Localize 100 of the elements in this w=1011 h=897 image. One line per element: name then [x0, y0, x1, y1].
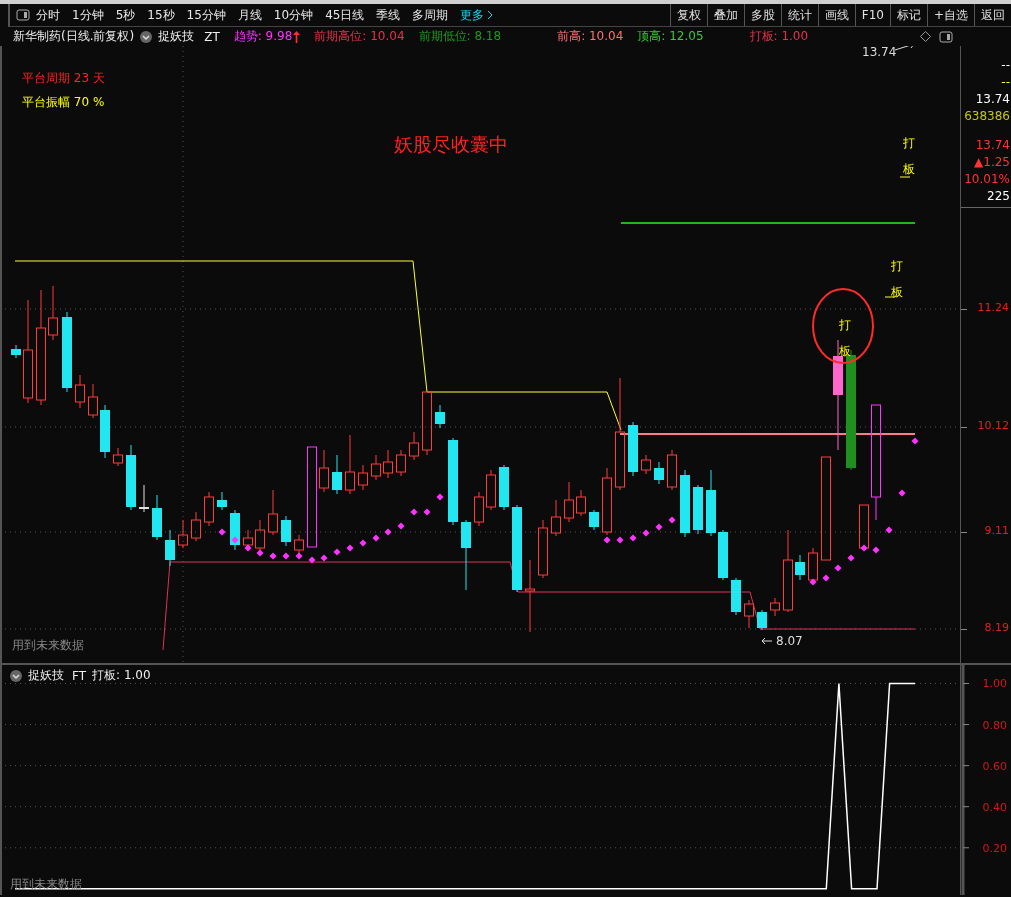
indicator-mode: FT: [72, 668, 87, 683]
candlestick: [152, 494, 162, 541]
toolbar-button[interactable]: 统计: [780, 4, 818, 26]
candlestick: [654, 461, 664, 485]
candlestick: [358, 464, 368, 491]
indicator-reading: 打板: 1.00: [749, 28, 809, 45]
indicator-reading: 前高: 10.04: [557, 28, 624, 45]
signal-label: 打板: [903, 135, 915, 178]
candlestick: [706, 469, 716, 537]
candlestick: [178, 519, 188, 549]
candlestick: [474, 491, 484, 527]
candlestick: [667, 449, 677, 491]
dropdown-icon[interactable]: [140, 30, 153, 43]
candlestick: [191, 511, 201, 542]
toolbar-button[interactable]: 多股: [743, 4, 781, 26]
candlestick: [564, 481, 574, 523]
toolbar-button[interactable]: 叠加: [706, 4, 744, 26]
signal-label: 打板: [839, 317, 851, 360]
candlestick: [680, 469, 690, 538]
period-tab[interactable]: 15秒: [141, 5, 181, 25]
quote-value: 10.01%: [964, 171, 1010, 188]
candlestick: [757, 609, 767, 631]
toolbar-button[interactable]: 复权: [669, 4, 707, 26]
candlestick: [859, 504, 869, 551]
candlestick: [461, 519, 471, 591]
period-tab[interactable]: 多周期: [406, 5, 455, 25]
candlestick: [75, 374, 85, 409]
candlestick: [165, 529, 175, 567]
stock-title: 新华制药(日线.前复权): [13, 28, 135, 45]
more-button[interactable]: 更多: [454, 5, 500, 25]
candlestick: [332, 454, 342, 495]
quote-value: 225: [987, 188, 1010, 205]
candlestick: [808, 547, 818, 583]
axis-tick-label: 1.00: [982, 677, 1007, 691]
period-tab[interactable]: 5秒: [109, 5, 142, 25]
candlestick: [126, 444, 136, 511]
quote-value: 13.74: [975, 137, 1010, 154]
period-tab[interactable]: 10分钟: [267, 5, 320, 25]
price-tick-label: 11.24: [977, 301, 1009, 314]
low-price-label: 8.07: [776, 634, 803, 648]
axis-tick-label: 0.60: [982, 759, 1007, 773]
toolbar-button[interactable]: 画线: [817, 4, 855, 26]
candlestick: [770, 597, 780, 617]
high-price-label: 13.74: [862, 45, 897, 59]
candlestick: [88, 383, 98, 419]
toolbar-button[interactable]: 返回: [974, 4, 1011, 26]
period-tab[interactable]: 分时: [30, 5, 66, 25]
panel-toggle-icon[interactable]: [939, 30, 953, 43]
quote-value: --: [1001, 57, 1010, 74]
period-tab[interactable]: 季线: [370, 5, 407, 25]
candlestick: [255, 519, 265, 553]
candlestick: [268, 489, 278, 536]
dropdown-icon[interactable]: [10, 669, 22, 682]
indicator-reading: 前期低位: 8.18: [418, 28, 502, 45]
period-tab[interactable]: 月线: [231, 5, 268, 25]
period-tab[interactable]: 1分钟: [66, 5, 110, 25]
indicator-mode: ZT: [204, 29, 220, 44]
candlestick: [628, 421, 638, 477]
candlestick: [551, 499, 561, 537]
axis-tick-label: 0.80: [982, 718, 1007, 732]
indicator-reading: 打板: 1.00: [92, 667, 151, 684]
candlestick: [499, 464, 509, 511]
candlestick: [693, 484, 703, 535]
price-tick-label: 10.12: [977, 419, 1009, 432]
candlestick: [281, 515, 291, 547]
indicator-reading: 顶高: 12.05: [637, 28, 704, 45]
quote-value: 638386: [964, 108, 1010, 125]
future-data-note: 用到未来数据: [12, 637, 84, 654]
candlestick: [641, 454, 651, 475]
period-tab[interactable]: 45日线: [319, 5, 371, 25]
candlestick: [113, 447, 123, 467]
candlestick: [48, 285, 58, 341]
candlestick: [576, 489, 586, 517]
candlestick: [486, 469, 496, 511]
platform-amplitude-stat: 平台振幅 70 %: [22, 94, 105, 111]
toolbar-button[interactable]: 标记: [889, 4, 927, 26]
chevron-icon: [487, 10, 494, 20]
candlestick: [139, 484, 149, 513]
candlestick: [538, 519, 548, 579]
diamond-icon[interactable]: [920, 31, 931, 42]
period-tab[interactable]: 15分钟: [180, 5, 232, 25]
panel-toggle-icon[interactable]: [16, 9, 30, 21]
candlestick: [319, 449, 329, 493]
toolbar-button[interactable]: F10: [854, 4, 890, 26]
candlestick: [243, 529, 253, 549]
axis-tick-label: 0.40: [982, 800, 1007, 814]
toolbar-button[interactable]: +自选: [926, 4, 974, 26]
candlestick: [204, 491, 214, 527]
candlestick: [396, 449, 406, 477]
candlestick: [435, 404, 445, 429]
indicator-reading: 趋势: 9.98: [233, 28, 293, 45]
candlestick: [217, 491, 227, 511]
candlestick: [422, 391, 432, 456]
candlestick: [744, 599, 754, 629]
high-arrow-icon: [894, 46, 915, 51]
axis-tick-label: 0.20: [982, 841, 1007, 855]
candlestick: [718, 529, 728, 581]
candlestick: [100, 404, 110, 459]
indicator-reading: 前期高位: 10.04: [314, 28, 405, 45]
candlestick: [383, 449, 393, 479]
